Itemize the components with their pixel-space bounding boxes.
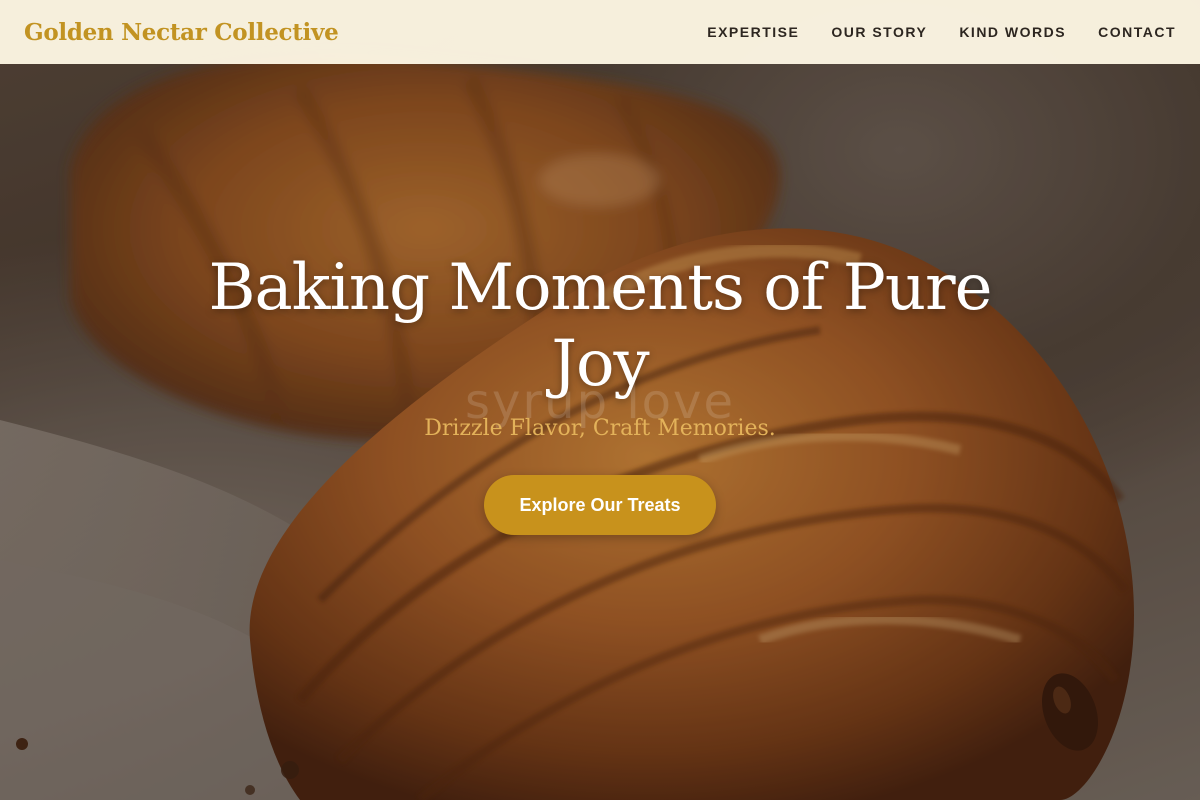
- hero-tagline: Drizzle Flavor, Craft Memories.: [424, 416, 776, 441]
- hero-headline: Baking Moments of Pure Joy: [208, 251, 992, 401]
- navbar: Golden Nectar Collective EXPERTISE OUR S…: [0, 0, 1200, 64]
- explore-treats-button[interactable]: Explore Our Treats: [484, 475, 716, 535]
- nav-link-contact[interactable]: CONTACT: [1098, 24, 1176, 40]
- nav-link-our-story[interactable]: OUR STORY: [831, 24, 927, 40]
- brand-logo-text[interactable]: Golden Nectar Collective: [24, 19, 339, 46]
- hero-content: Baking Moments of Pure Joy Drizzle Flavo…: [0, 250, 1200, 535]
- nav-link-kind-words[interactable]: KIND WORDS: [959, 24, 1066, 40]
- nav-link-expertise[interactable]: EXPERTISE: [707, 24, 799, 40]
- nav-links: EXPERTISE OUR STORY KIND WORDS CONTACT: [707, 24, 1176, 40]
